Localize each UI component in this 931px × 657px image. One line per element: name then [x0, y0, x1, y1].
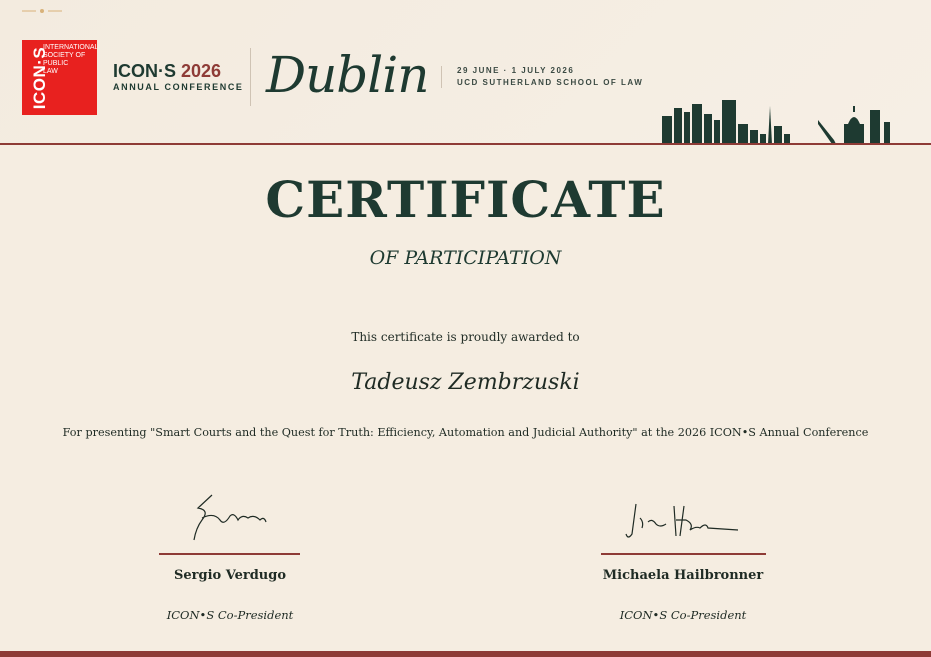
city-name: Dublin	[266, 46, 429, 104]
conference-year: 2026	[181, 61, 222, 81]
header-divider-small	[441, 66, 442, 88]
logo-society-text: International Society of Public Law	[43, 44, 97, 75]
awarded-text: This certificate is proudly awarded to	[351, 330, 580, 344]
recipient-name: Tadeusz Zembrzuski	[351, 370, 580, 395]
signature-michaela-hailbronner	[625, 503, 739, 538]
conference-venue: UCD SUTHERLAND SCHOOL OF LAW	[457, 78, 644, 87]
signatory-role-left: ICON•S Co-President	[166, 608, 294, 622]
footer-bar	[0, 651, 931, 657]
signatory-name-left: Sergio Verdugo	[173, 568, 287, 583]
icons-logo: ICON·S International Society of Public L…	[22, 40, 97, 115]
conference-subtitle: ANNUAL CONFERENCE	[113, 82, 244, 92]
signature-line-left	[159, 553, 300, 555]
certificate-header: ICON·S International Society of Public L…	[0, 0, 931, 144]
signature-sergio-verdugo	[193, 494, 267, 541]
conference-name: ICON·S 2026	[113, 61, 222, 81]
conference-dates: 29 JUNE · 1 JULY 2026	[457, 66, 575, 75]
header-rule	[0, 143, 931, 145]
dublin-skyline-icon	[662, 100, 890, 144]
signatory-name-right: Michaela Hailbronner	[602, 568, 764, 583]
signature-line-right	[601, 553, 766, 555]
presentation-description: For presenting "Smart Courts and the Que…	[62, 426, 869, 439]
signatory-role-right: ICON•S Co-President	[619, 608, 747, 622]
certificate-title: CERTIFICATE	[265, 170, 666, 229]
certificate-subtitle: OF PARTICIPATION	[369, 247, 562, 269]
header-divider	[250, 48, 251, 106]
ornament-divider-icon	[22, 9, 62, 13]
